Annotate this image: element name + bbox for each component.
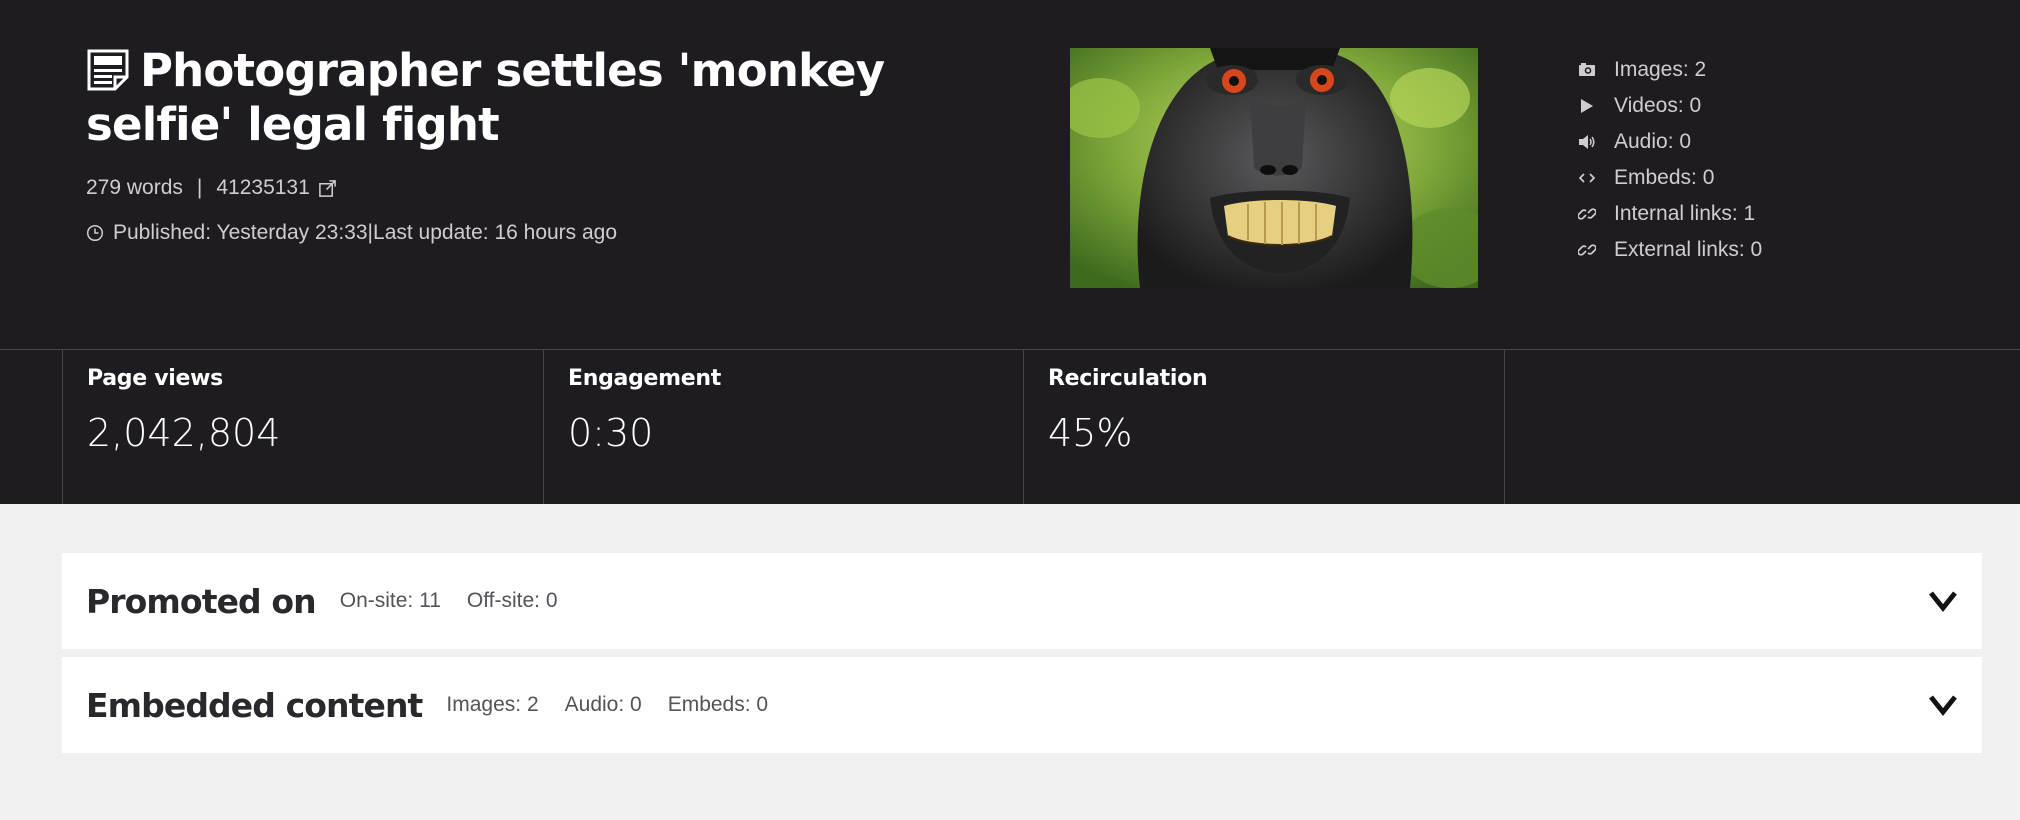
media-count-videos: Videos: 0 [1578, 88, 1762, 124]
meta-separator: | [196, 176, 203, 199]
onsite-count: On-site: 11 [339, 589, 441, 612]
monkey-photo-image [1070, 48, 1478, 288]
link-icon [1578, 208, 1596, 220]
article-title-text: Photographer settles 'monkey selfie' leg… [86, 44, 885, 151]
metric-value: 2,042,804 [87, 411, 281, 455]
metric-label: Page views [87, 366, 223, 391]
embedded-embeds-count: Embeds: 0 [667, 693, 769, 716]
media-count-label: Images: 2 [1614, 58, 1707, 81]
article-dates: Published: Yesterday 23:33 | Last update… [86, 221, 1016, 245]
chevron-down-icon[interactable] [1928, 693, 1958, 717]
article-id-link[interactable]: 41235131 [216, 176, 309, 200]
metric-value: 45% [1048, 411, 1133, 455]
panel-title: Promoted on [86, 581, 317, 621]
article-title: Photographer settles 'monkey selfie' leg… [86, 44, 1016, 152]
embedded-audio-count: Audio: 0 [564, 693, 642, 716]
metric-label: Recirculation [1048, 366, 1208, 391]
embedded-images-count: Images: 2 [446, 693, 539, 716]
last-update: Last update: 16 hours ago [373, 221, 618, 244]
metric-engagement[interactable]: Engagement 0:30 [543, 350, 1023, 504]
article-title-block: Photographer settles 'monkey selfie' leg… [86, 44, 1016, 245]
metric-empty-slot [1504, 350, 1984, 504]
word-count: 279 words [86, 176, 183, 199]
media-count-label: Internal links: 1 [1614, 202, 1756, 225]
media-count-external-links: External links: 0 [1578, 232, 1762, 268]
external-link-icon[interactable] [318, 179, 337, 198]
media-counts-list: Images: 2 Videos: 0 Audio: 0 Embeds: 0 I… [1578, 52, 1762, 268]
panel-title: Embedded content [86, 685, 423, 725]
media-count-audio: Audio: 0 [1578, 124, 1762, 160]
media-count-images: Images: 2 [1578, 52, 1762, 88]
media-count-embeds: Embeds: 0 [1578, 160, 1762, 196]
article-thumbnail [1070, 48, 1478, 288]
camera-icon [1579, 63, 1595, 76]
offsite-count: Off-site: 0 [466, 589, 558, 612]
speaker-icon [1579, 135, 1595, 149]
metric-recirculation[interactable]: Recirculation 45% [1023, 350, 1504, 504]
article-header: Photographer settles 'monkey selfie' leg… [0, 0, 2020, 349]
link-icon [1578, 244, 1596, 256]
clock-icon [86, 224, 104, 242]
promoted-on-panel[interactable]: Promoted on On-site: 11 Off-site: 0 [62, 553, 1982, 649]
play-icon [1581, 99, 1593, 113]
media-count-label: Audio: 0 [1614, 130, 1692, 153]
embedded-content-panel[interactable]: Embedded content Images: 2 Audio: 0 Embe… [62, 657, 1982, 753]
media-count-label: Embeds: 0 [1614, 166, 1715, 189]
published-date: Published: Yesterday 23:33 [113, 221, 368, 244]
media-count-internal-links: Internal links: 1 [1578, 196, 1762, 232]
metric-label: Engagement [568, 366, 721, 391]
media-count-label: External links: 0 [1614, 238, 1763, 261]
article-meta: 279 words | 41235131 [86, 176, 1016, 200]
embed-code-icon [1578, 173, 1596, 183]
media-count-label: Videos: 0 [1614, 94, 1702, 117]
metrics-bar: Page views 2,042,804 Engagement 0:30 Rec… [0, 349, 2020, 504]
metric-page-views[interactable]: Page views 2,042,804 [62, 350, 543, 504]
metric-value: 0:30 [568, 411, 654, 455]
article-document-icon [87, 49, 129, 91]
chevron-down-icon[interactable] [1928, 589, 1958, 613]
